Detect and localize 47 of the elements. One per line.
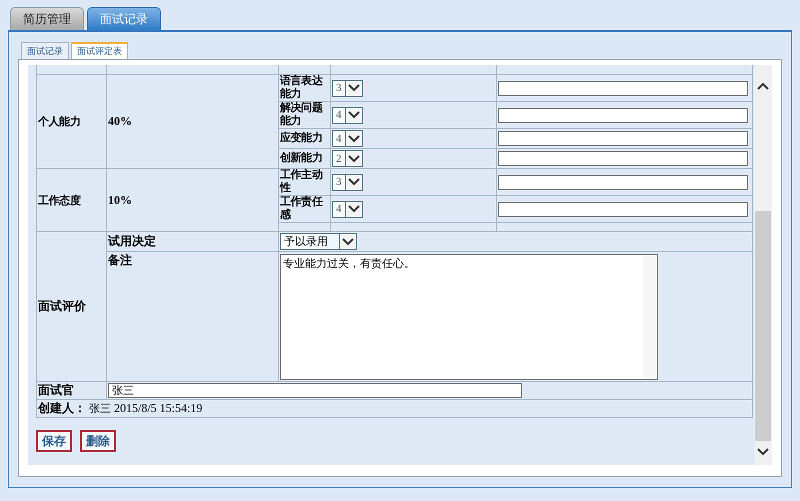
comment-field[interactable]: [498, 80, 748, 96]
tab[interactable]: 简历管理: [10, 7, 84, 30]
criterion-label: 语言表达能力: [280, 75, 324, 101]
select-field[interactable]: 予以录用: [280, 233, 357, 250]
criterion-label: 工作主动性: [280, 169, 324, 195]
created-time: 2015/8/5 15:54:19: [114, 401, 202, 415]
criterion-label: 应变能力: [280, 132, 324, 145]
action-button[interactable]: 删除: [80, 430, 116, 452]
comment-field[interactable]: [498, 151, 748, 166]
comment-field[interactable]: [498, 131, 748, 146]
scrollbar[interactable]: [754, 65, 772, 465]
caret-icon[interactable]: [348, 178, 360, 186]
creator-label: 创建人：: [38, 401, 86, 415]
scroll-up-chevron-icon[interactable]: [757, 82, 769, 90]
tab[interactable]: 面试记录: [21, 42, 69, 59]
group-label: 个人能力: [38, 116, 80, 128]
select-field[interactable]: 2: [332, 150, 362, 167]
tab[interactable]: 面试评定表: [71, 42, 128, 59]
interviewer-field[interactable]: 张三: [108, 383, 522, 398]
caret-icon[interactable]: [348, 134, 360, 142]
comment-field[interactable]: [498, 202, 748, 216]
select-field[interactable]: 3: [332, 80, 362, 96]
caret-icon[interactable]: [348, 111, 360, 119]
creator-name: 张三: [89, 402, 111, 415]
select-field[interactable]: 4: [332, 106, 362, 124]
criterion-label: 创新能力: [280, 152, 324, 165]
select-field[interactable]: 4: [332, 130, 362, 147]
criterion-label: 工作责任感: [280, 196, 324, 222]
criterion-label: 解决问题能力: [280, 102, 324, 128]
remark-textarea[interactable]: 专业能力过关，有责任心。: [280, 254, 658, 380]
caret-icon[interactable]: [348, 84, 360, 92]
select-field[interactable]: 4: [332, 200, 362, 218]
weight-value: 40%: [108, 114, 132, 128]
comment-field[interactable]: [498, 108, 748, 122]
caret-icon[interactable]: [348, 205, 360, 213]
select-field[interactable]: 3: [332, 174, 362, 190]
caret-icon[interactable]: [348, 154, 360, 162]
comment-field[interactable]: [498, 174, 748, 190]
action-button[interactable]: 保存: [36, 430, 72, 452]
decision-label: 试用决定: [108, 234, 156, 248]
remark-label: 备注: [108, 253, 132, 267]
weight-value: 10%: [108, 192, 132, 206]
group-label: 工作态度: [38, 194, 80, 206]
caret-icon[interactable]: [342, 238, 354, 246]
interviewer-label: 面试官: [38, 383, 74, 397]
group-label: 面试评价: [38, 299, 86, 313]
caret-icon[interactable]: [757, 448, 769, 456]
